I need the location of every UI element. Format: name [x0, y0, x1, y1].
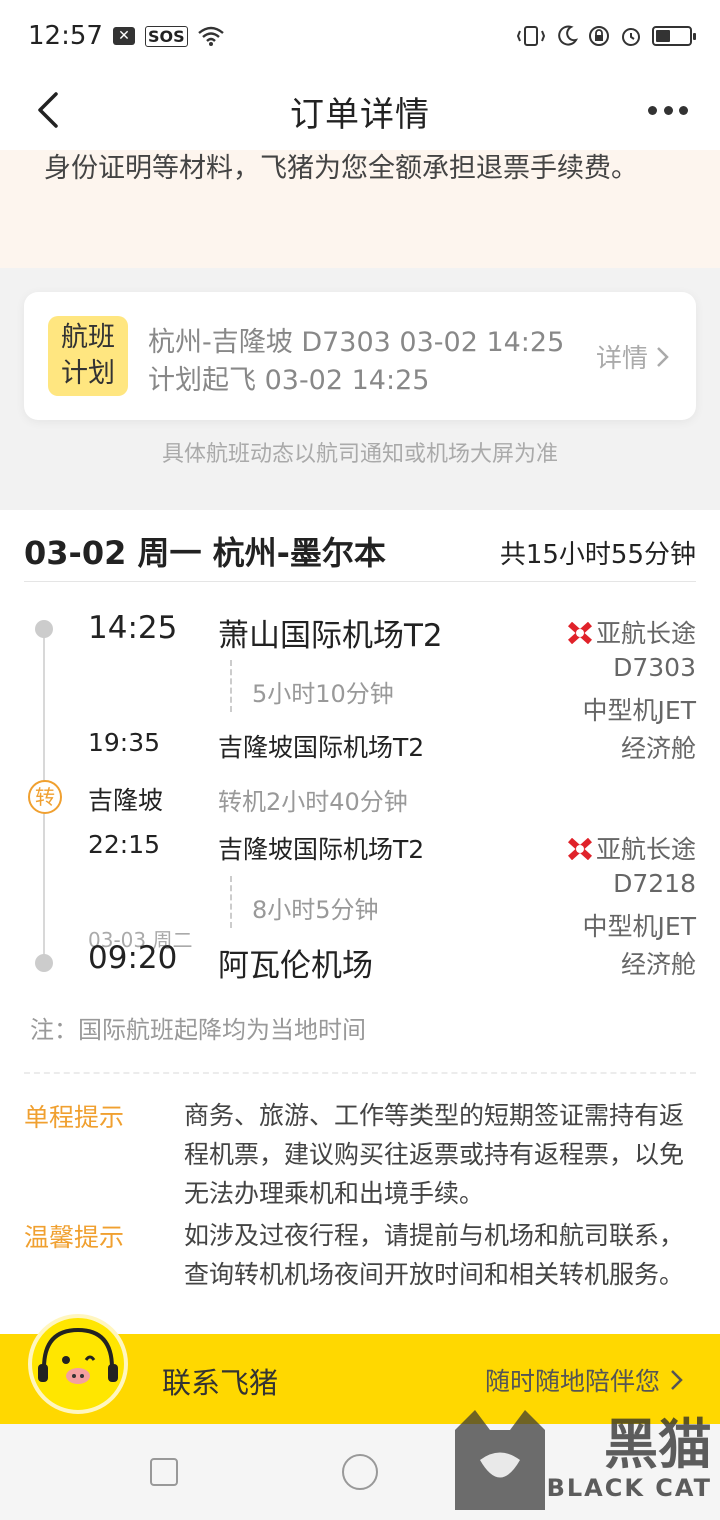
contact-label: 联系飞猪	[162, 1366, 279, 1400]
airasia-logo-icon	[567, 837, 592, 861]
detail-link[interactable]: 详情	[596, 338, 670, 375]
tip-label-oneway: 单程提示	[24, 1103, 125, 1132]
status-bar: 12:57 ✕ SOS	[0, 0, 720, 72]
seg1-dep-airport: 萧山国际机场T2	[218, 618, 443, 654]
seg1-duration: 5小时10分钟	[252, 680, 394, 708]
sos-icon: SOS	[144, 25, 188, 47]
watermark: 黑猫 BLACK CAT	[445, 1400, 720, 1520]
seg2-dash	[230, 876, 232, 928]
timeline-start-dot	[35, 620, 53, 638]
seg1-arr-airport: 吉隆坡国际机场T2	[218, 733, 425, 762]
airasia-logo-icon	[567, 621, 592, 645]
page-title: 订单详情	[290, 94, 430, 135]
contact-sub-text: 随时随地陪伴您	[484, 1367, 660, 1396]
back-arrow-icon[interactable]	[30, 82, 70, 138]
seg2-cabin: 经济舱	[620, 950, 696, 979]
flight-plan-departure: 计划起飞 03-02 14:25	[148, 365, 430, 396]
flight-plan-card[interactable]: 航班 计划 杭州-吉隆坡 D7303 03-02 14:25 计划起飞 03-0…	[24, 292, 696, 420]
flight-plan-route: 杭州-吉隆坡 D7303 03-02 14:25	[148, 327, 565, 358]
seg2-arr-airport: 阿瓦伦机场	[218, 948, 373, 984]
recent-apps-button[interactable]	[150, 1458, 178, 1486]
local-time-note: 注：国际航班起降均为当地时间	[30, 1016, 366, 1044]
seg1-flight-no: D7303	[613, 653, 696, 682]
seg2-dep-time: 22:15	[88, 830, 161, 859]
seg2-duration: 8小时5分钟	[252, 896, 379, 924]
seg1-dash	[230, 660, 232, 712]
transfer-mark: 转	[28, 780, 62, 814]
seg2-aircraft: 中型机JET	[582, 912, 696, 941]
trip-total-duration: 共15小时55分钟	[499, 540, 696, 570]
nav-bar: 订单详情	[0, 72, 720, 150]
seg1-arr-time: 19:35	[88, 728, 161, 757]
mascot-icon	[28, 1314, 128, 1414]
seg2-airline-name: 亚航长途	[595, 835, 696, 864]
battery-level	[656, 30, 670, 42]
seg2-arr-time: 09:20	[88, 940, 178, 976]
chevron-right-icon	[657, 346, 669, 367]
tip-text-warm: 如涉及过夜行程，请提前与机场和航司联系，查询转机机场夜间开放时间和相关转机服务。	[184, 1221, 685, 1289]
notice-text: 航班计划变动，如需退票请联系客服，飞猪平台提供身份证明等材料，飞猪为您全额承担退…	[44, 153, 638, 184]
trip-section: 03-02 周一 杭州-墨尔本 共15小时55分钟 转 14:25 萧山国际机场…	[0, 510, 720, 1340]
divider	[24, 1072, 696, 1074]
timeline-end-dot	[35, 954, 53, 972]
badge-line1: 航班	[61, 322, 115, 353]
trip-title: 03-02 周一 杭州-墨尔本	[24, 534, 386, 572]
watermark-cn: 黑猫	[604, 1413, 712, 1476]
badge-line2: 计划	[61, 358, 115, 389]
seg1-aircraft: 中型机JET	[582, 696, 696, 725]
tip-label-warm: 温馨提示	[24, 1223, 125, 1252]
more-dots-icon[interactable]	[648, 90, 688, 130]
alarm-icon	[620, 25, 642, 47]
wifi-icon	[197, 26, 224, 46]
detail-label: 详情	[595, 344, 648, 374]
seg2-flight-no: D7218	[613, 869, 696, 898]
flight-dynamic-note: 具体航班动态以航司通知或机场大屏为准	[161, 442, 558, 467]
seg2-dep-airport: 吉隆坡国际机场T2	[218, 835, 425, 864]
moon-icon	[556, 25, 578, 47]
flight-plan-badge: 航班 计划	[48, 316, 128, 396]
lock-rotation-icon	[588, 25, 610, 47]
seg1-airline: 亚航长途	[567, 614, 696, 650]
transfer-city: 吉隆坡	[88, 786, 164, 815]
vibrate-icon	[516, 25, 546, 47]
system-nav-bar: 黑猫 BLACK CAT	[0, 1410, 720, 1520]
battery-icon	[652, 26, 696, 46]
status-time: 12:57	[28, 21, 103, 51]
seg2-airline: 亚航长途	[567, 830, 696, 866]
seg1-cabin: 经济舱	[620, 734, 696, 763]
transfer-duration: 转机2小时40分钟	[218, 788, 408, 816]
blackcat-logo-icon	[455, 1410, 545, 1510]
chevron-right-icon	[671, 1370, 683, 1390]
tip-text-oneway: 商务、旅游、工作等类型的短期签证需持有返程机票，建议购买往返票或持有返程票，以免…	[184, 1101, 685, 1208]
trip-header: 03-02 周一 杭州-墨尔本 共15小时55分钟	[24, 528, 696, 582]
contact-sub: 随时随地陪伴您	[485, 1362, 684, 1398]
notification-icon: ✕	[112, 27, 135, 45]
seg1-dep-time: 14:25	[88, 610, 178, 646]
refund-notice: 航班计划变动，如需退票请联系客服，飞猪平台提供身份证明等材料，飞猪为您全额承担退…	[0, 150, 720, 268]
seg1-airline-name: 亚航长途	[595, 619, 696, 648]
watermark-en: BLACK CAT	[546, 1474, 712, 1502]
home-button[interactable]	[342, 1454, 378, 1490]
